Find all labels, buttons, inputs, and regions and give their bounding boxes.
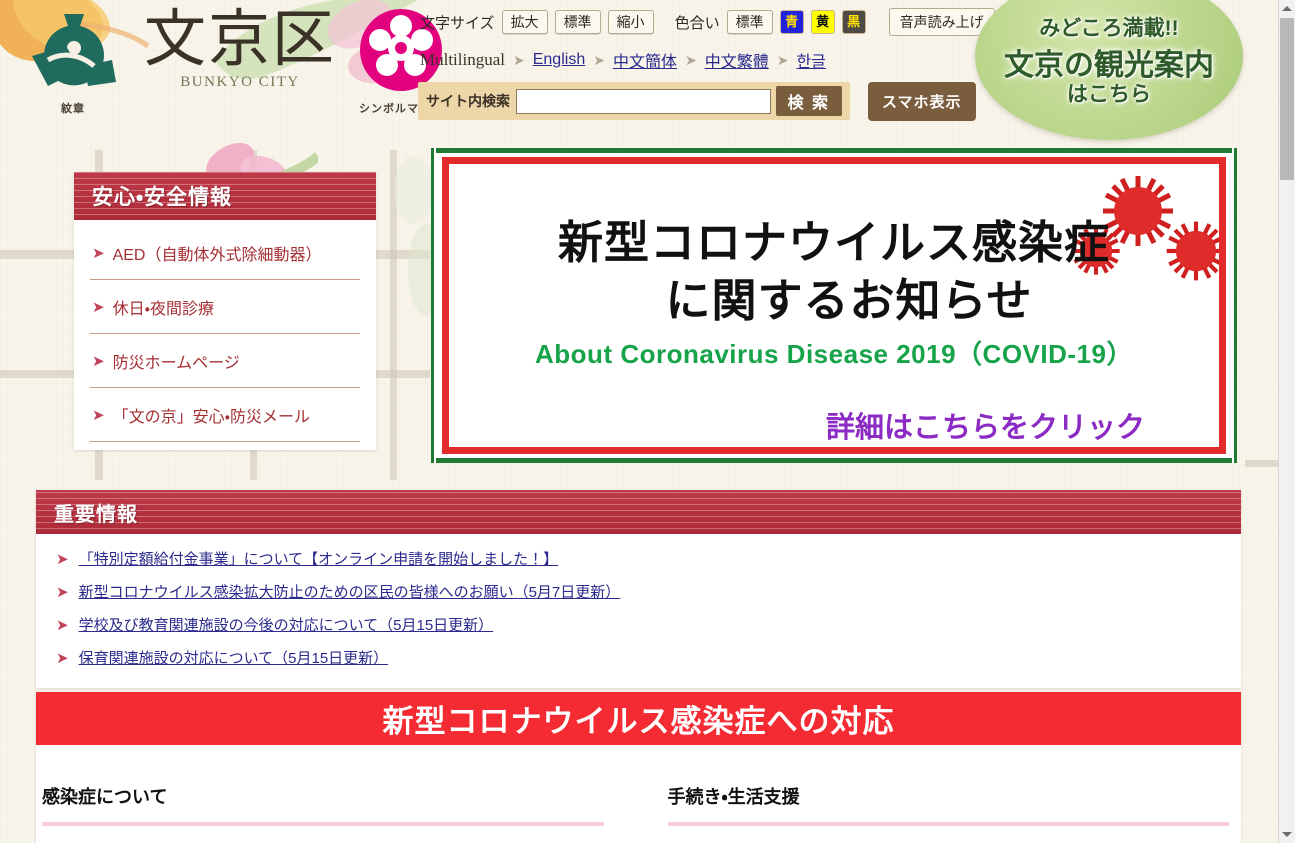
safety-link-disaster-mail[interactable]: ➤ 「文の京」安心・防災メール [90,388,360,442]
important-link-schools[interactable]: ➤ 学校及び教育関連施設の今後の対応について（5月15日更新） [56,608,1241,641]
important-link-label[interactable]: 「特別定額給付金事業」について【オンライン申請を開始しました！】 [79,548,559,569]
site-header: 紋章 文京区 BUNKYO CITY シンボルマーク 文字サイズ 拡大 標準 縮… [0,0,1279,140]
banner-frame-right [1232,148,1237,463]
chevron-up-icon [1282,6,1292,11]
important-link-label[interactable]: 新型コロナウイルス感染拡大防止のための区民の皆様へのお願い（5月7日更新） [79,581,621,602]
tourism-banner[interactable]: みどころ満載!! 文京の観光案内 はこちら [975,0,1243,140]
covid-response-section: 新型コロナウイルス感染症への対応 感染症について 手続き・生活支援 [36,692,1241,843]
column-divider [42,822,604,826]
chevron-down-icon [1282,832,1292,837]
safety-link-disaster-homepage[interactable]: ➤ 防災ホームページ [90,334,360,388]
tourism-line-1: みどころ満載!! [1039,17,1179,40]
language-link-chinese-traditional[interactable]: 中文繁體 [705,48,769,72]
safety-link-list: ➤ AED（自動体外式除細動器） ➤ 休日・夜間診療 ➤ 防災ホームページ ➤ … [74,220,376,450]
search-input[interactable] [516,88,771,114]
important-link-special-benefit[interactable]: ➤ 「特別定額給付金事業」について【オンライン申請を開始しました！】 [56,542,1241,575]
crest-icon [32,14,116,86]
crest-block[interactable]: 紋章 [18,8,128,116]
column-gap [616,783,660,826]
language-link-english[interactable]: English [533,51,585,69]
chevron-right-icon: ➤ [56,616,69,634]
response-column-title: 手続き・生活支援 [667,787,800,807]
chevron-right-icon: ➤ [92,245,105,262]
page-root: 紋章 文京区 BUNKYO CITY シンボルマーク 文字サイズ 拡大 標準 縮… [0,0,1279,843]
covid-response-columns: 感染症について 手続き・生活支援 [36,745,1241,826]
font-size-larger-button[interactable]: 拡大 [501,10,548,34]
important-info-heading: 重要情報 [36,490,1241,534]
color-black-button[interactable]: 黒 [841,10,866,34]
font-size-smaller-button[interactable]: 縮小 [607,10,654,34]
language-link-chinese-simplified[interactable]: 中文簡体 [613,48,677,72]
search-button[interactable]: 検 索 [775,86,842,116]
covid-banner-heading-line1: 新型コロナウイルス感染症 [557,217,1110,268]
safety-panel-heading: 安心・安全情報 [74,172,376,220]
multilingual-label: Multilingual [420,50,505,69]
language-link-korean[interactable]: 한글 [796,48,825,72]
chevron-right-icon: ➤ [56,649,69,667]
chevron-right-icon: ➤ [92,353,105,370]
safety-info-panel: 安心・安全情報 ➤ AED（自動体外式除細動器） ➤ 休日・夜間診療 ➤ 防災ホ… [74,172,376,450]
site-title-block[interactable]: 文京区 BUNKYO CITY [144,8,336,91]
color-scheme-label: 色合い [674,14,720,32]
banner-frame-left [431,148,436,463]
scrollbar-thumb[interactable] [1280,18,1294,180]
chevron-right-icon: ➤ [776,51,789,68]
site-title: 文京区 [144,2,337,75]
important-link-label[interactable]: 学校及び教育関連施設の今後の対応について（5月15日更新） [79,614,494,635]
tourism-line-3: はこちら [1067,83,1151,106]
site-logo-block[interactable]: 紋章 文京区 BUNKYO CITY シンボルマーク [18,8,444,116]
color-default-button[interactable]: 標準 [726,10,773,34]
chevron-right-icon: ➤ [684,51,697,68]
chevron-right-icon: ➤ [92,299,105,316]
chevron-right-icon: ➤ [56,550,69,568]
covid-response-heading: 新型コロナウイルス感染症への対応 [36,692,1241,745]
scroll-down-button[interactable] [1279,826,1295,843]
important-link-label[interactable]: 保育関連施設の対応について（5月15日更新） [79,647,389,668]
chevron-right-icon: ➤ [56,583,69,601]
safety-link-label: 防災ホームページ [112,355,240,372]
site-title-en: BUNKYO CITY [180,74,300,90]
scroll-up-button[interactable] [1279,0,1295,17]
accessibility-toolbar: 文字サイズ 拡大 標準 縮小 色合い 標準 青 黄 黒 音声読み上げ [420,8,995,36]
font-size-default-button[interactable]: 標準 [554,10,601,34]
chevron-right-icon: ➤ [513,51,525,68]
important-link-childcare[interactable]: ➤ 保育関連施設の対応について（5月15日更新） [56,641,1241,674]
response-column-title: 感染症について [42,787,168,807]
smartphone-view-button[interactable]: スマホ表示 [868,82,976,121]
font-size-label: 文字サイズ [420,14,495,32]
covid-banner-heading-line2: に関するお知らせ [665,275,1033,326]
safety-link-label: 休日・夜間診療 [112,301,215,318]
vertical-scrollbar[interactable] [1278,0,1295,843]
crest-caption: 紋章 [61,103,85,115]
important-link-prevention-request[interactable]: ➤ 新型コロナウイルス感染拡大防止のための区民の皆様へのお願い（5月7日更新） [56,575,1241,608]
search-label: サイト内検索 [426,93,510,109]
site-search-bar: サイト内検索 検 索 [418,82,850,120]
important-info-list: ➤ 「特別定額給付金事業」について【オンライン申請を開始しました！】 ➤ 新型コ… [36,534,1241,688]
banner-inner: 新型コロナウイルス感染症 に関するお知らせ About Coronavirus … [442,157,1226,454]
color-yellow-button[interactable]: 黄 [810,10,835,34]
color-blue-button[interactable]: 青 [779,10,804,34]
important-info-panel: 重要情報 ➤ 「特別定額給付金事業」について【オンライン申請を開始しました！】 … [36,490,1241,688]
safety-link-label: 「文の京」安心・防災メール [112,409,311,426]
chevron-right-icon: ➤ [593,51,605,68]
chevron-right-icon: ➤ [92,407,105,424]
multilingual-nav: Multilingual ➤ English ➤ 中文簡体 ➤ 中文繁體 ➤ 한… [420,48,826,72]
covid-info-banner[interactable]: 新型コロナウイルス感染症 に関するお知らせ About Coronavirus … [431,148,1237,463]
covid-banner-subtitle-en: About Coronavirus Disease 2019（COVID-19） [535,339,1133,369]
response-column-procedures: 手続き・生活支援 [660,783,1242,826]
safety-link-label: AED（自動体外式除細動器） [112,247,322,264]
safety-link-holiday-night-clinic[interactable]: ➤ 休日・夜間診療 [90,280,360,334]
safety-link-aed[interactable]: ➤ AED（自動体外式除細動器） [90,226,360,280]
column-divider [667,822,1229,826]
covid-banner-cta: 詳細はこちらをクリック [825,412,1145,444]
response-column-infection: 感染症について [36,783,616,826]
